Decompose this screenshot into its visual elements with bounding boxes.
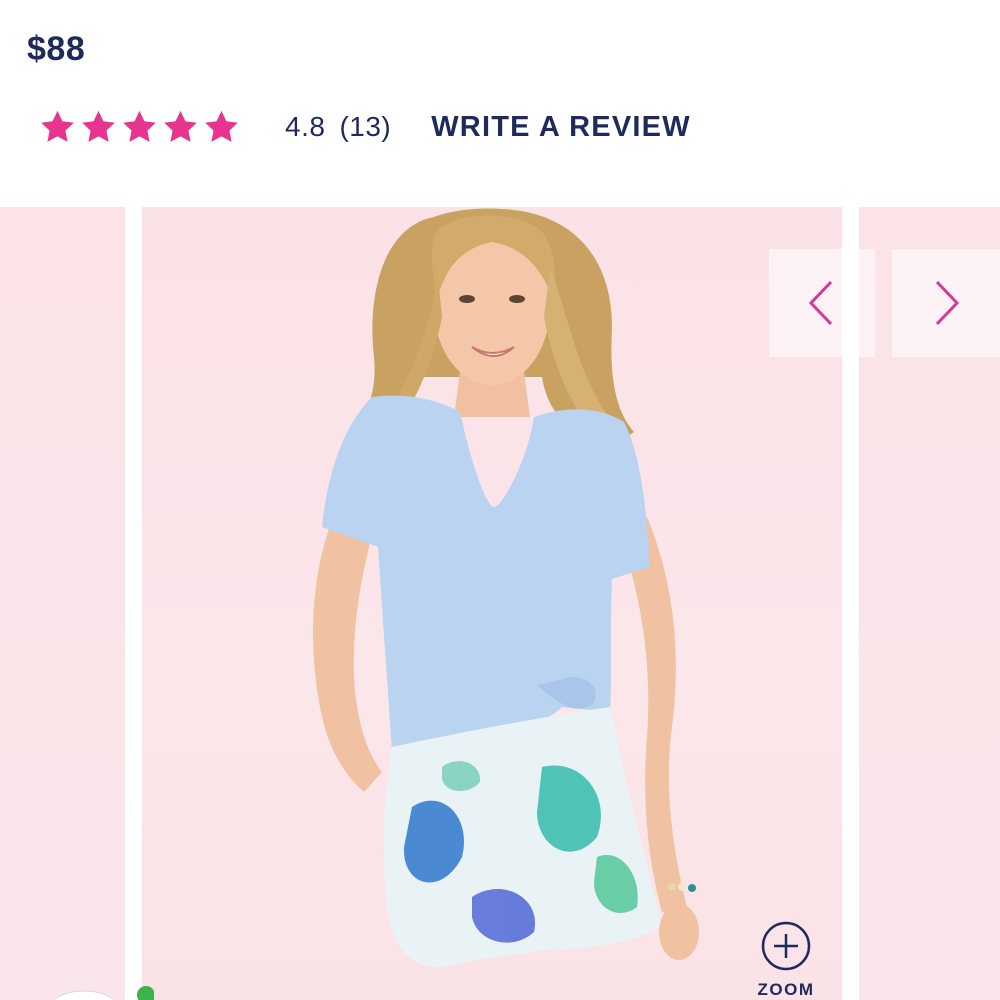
star-rating: [38, 108, 241, 146]
chevron-left-icon: [808, 280, 833, 326]
product-image-gallery[interactable]: ZOOM: [0, 207, 1000, 1000]
gallery-next-button[interactable]: [892, 249, 1000, 357]
rating-row: 4.8 (13) WRITE A REVIEW: [38, 104, 691, 150]
chevron-right-icon: [935, 280, 960, 326]
write-review-link[interactable]: WRITE A REVIEW: [431, 111, 691, 144]
zoom-button[interactable]: ZOOM: [750, 920, 822, 1000]
star-icon: [205, 110, 238, 142]
star-icon: [41, 110, 74, 142]
rating-value: 4.8: [285, 111, 326, 142]
zoom-label: ZOOM: [757, 980, 815, 999]
product-price: $88: [27, 30, 86, 68]
previous-slide-peek[interactable]: [0, 207, 125, 1000]
star-icon: [123, 110, 156, 142]
chat-bubble-icon[interactable]: [44, 985, 154, 1000]
zoom-plus-icon: [761, 921, 811, 971]
main-product-image[interactable]: [142, 207, 842, 1000]
star-icon: [82, 110, 115, 142]
model-photo: [313, 208, 699, 968]
star-icon: [164, 110, 197, 142]
rating-count[interactable]: (13): [339, 111, 391, 143]
gallery-prev-button[interactable]: [769, 249, 875, 357]
